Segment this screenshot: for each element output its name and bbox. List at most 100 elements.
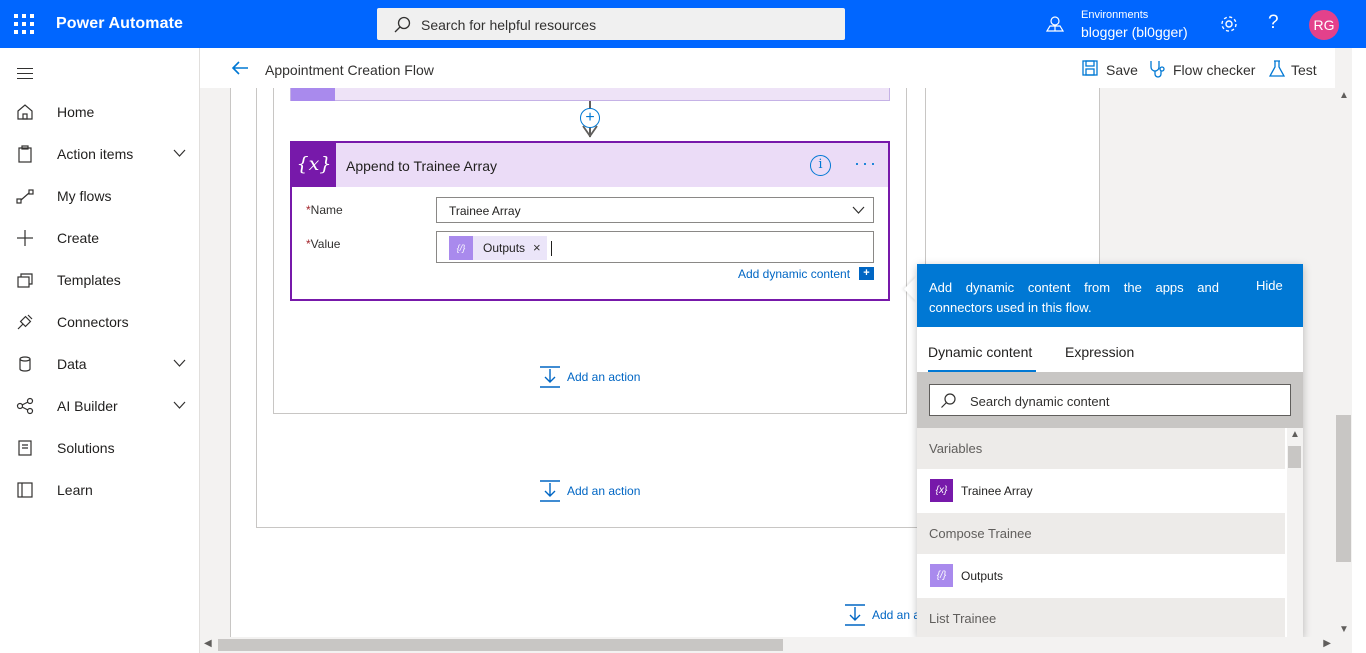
dynamic-content-search-input[interactable]: Search dynamic content [929, 384, 1291, 416]
previous-action-icon [291, 88, 335, 101]
nav-label: Action items [57, 146, 134, 162]
nav-label: Solutions [57, 440, 115, 456]
tab-dynamic-content[interactable]: Dynamic content [928, 344, 1037, 372]
database-icon [19, 356, 31, 372]
nav-item-templates[interactable]: Templates [0, 259, 200, 301]
flow-checker-label: Flow checker [1173, 62, 1256, 78]
settings-gear-icon[interactable] [1219, 14, 1239, 34]
canvas-horizontal-scrollbar[interactable]: ◀ ▶ [200, 637, 1335, 653]
canvas-vertical-scrollbar[interactable]: ▲ ▼ [1335, 88, 1352, 637]
outputs-token[interactable]: {/} Outputs × [449, 236, 547, 260]
nav-item-action-items[interactable]: Action items [0, 133, 200, 175]
nav-item-connectors[interactable]: Connectors [0, 301, 200, 343]
chevron-down-icon[interactable] [173, 359, 186, 368]
variable-icon: {x} [930, 479, 953, 502]
value-label-text: Value [310, 237, 341, 251]
app-title[interactable]: Power Automate [56, 15, 183, 33]
nav-label: Connectors [57, 314, 129, 330]
variable-icon: {x} [292, 143, 336, 187]
help-icon[interactable]: ? [1268, 12, 1279, 34]
previous-action-card[interactable] [290, 88, 890, 101]
nav-label: Data [57, 356, 87, 372]
scrollbar-thumb[interactable] [1336, 415, 1351, 562]
menu-toggle-icon[interactable] [17, 68, 33, 83]
name-dropdown[interactable]: Trainee Array [436, 197, 874, 223]
value-field-label: *Value [306, 237, 340, 251]
connector-icon [17, 314, 33, 330]
home-icon [17, 104, 33, 120]
add-dynamic-content-link[interactable]: Add dynamic content [738, 267, 850, 281]
group-label: Compose Trainee [929, 526, 1032, 541]
flow-title: Appointment Creation Flow [265, 62, 434, 78]
info-icon[interactable]: i [810, 155, 831, 176]
search-icon [941, 393, 956, 408]
window-edge [1352, 48, 1366, 653]
environment-name[interactable]: blogger (bl0gger) [1081, 24, 1188, 40]
add-action-icon [540, 366, 560, 388]
token-label: Outputs [483, 241, 526, 255]
nav-item-learn[interactable]: Learn [0, 469, 200, 511]
dynamic-search-area: Search dynamic content [917, 372, 1303, 428]
add-an-action-label: Add an action [567, 484, 641, 498]
dynamic-panel-header: Add dynamic content from the apps and co… [917, 264, 1303, 327]
add-action-icon [845, 604, 865, 626]
add-action-icon [540, 480, 560, 502]
add-dynamic-content-plus-icon[interactable]: + [859, 267, 874, 280]
nav-label: Learn [57, 482, 93, 498]
back-arrow-icon[interactable] [231, 60, 249, 76]
stethoscope-icon [1150, 61, 1165, 78]
scroll-right-icon[interactable]: ▶ [1323, 638, 1331, 649]
card-title[interactable]: Append to Trainee Array [346, 158, 497, 174]
add-an-action-label: Add an action [567, 370, 641, 384]
arrow-down-icon [582, 125, 598, 138]
global-search-input[interactable]: Search for helpful resources [377, 8, 845, 40]
scroll-left-icon[interactable]: ◀ [204, 638, 212, 649]
app-launcher-icon[interactable] [14, 14, 34, 34]
test-label: Test [1291, 62, 1317, 78]
dynamic-option-trainee-array[interactable]: {x} Trainee Array [917, 469, 1285, 513]
group-header: Variables [917, 428, 1285, 469]
option-label: Outputs [961, 569, 1004, 583]
text-caret [551, 241, 552, 256]
tab-expression[interactable]: Expression [1065, 344, 1134, 360]
nav-item-my-flows[interactable]: My flows [0, 175, 200, 217]
nav-label: Create [57, 230, 100, 246]
nav-item-home[interactable]: Home [0, 91, 200, 133]
nav-item-create[interactable]: Create [0, 217, 200, 259]
dynamic-search-placeholder: Search dynamic content [970, 394, 1110, 409]
nav-item-ai-builder[interactable]: AI Builder [0, 385, 200, 427]
card-header[interactable]: {x} Append to Trainee Array i ··· [292, 143, 888, 187]
chevron-down-icon[interactable] [173, 401, 186, 410]
append-to-array-action-card: {x} Append to Trainee Array i ··· *Name … [290, 141, 890, 301]
dynamic-list-scrollbar[interactable]: ▲ [1287, 428, 1303, 637]
more-options-icon[interactable]: ··· [854, 153, 878, 174]
value-input[interactable]: {/} Outputs × [436, 231, 874, 263]
remove-token-icon[interactable]: × [533, 240, 541, 255]
save-icon [1082, 60, 1098, 76]
compose-icon: {/} [930, 564, 953, 587]
scrollbar-thumb[interactable] [1288, 446, 1301, 468]
option-label: Trainee Array [961, 484, 1033, 498]
name-field-label: *Name [306, 203, 343, 217]
scroll-down-icon[interactable]: ▼ [1339, 624, 1349, 635]
nav-item-solutions[interactable]: Solutions [0, 427, 200, 469]
scroll-up-icon[interactable]: ▲ [1290, 429, 1300, 440]
nav-label: My flows [57, 188, 112, 204]
command-bar: Appointment Creation Flow Save Flow chec… [200, 48, 1335, 88]
dynamic-option-outputs[interactable]: {/} Outputs [917, 554, 1285, 598]
nav-item-data[interactable]: Data [0, 343, 200, 385]
dynamic-content-panel: Add dynamic content from the apps and co… [917, 264, 1303, 637]
save-label: Save [1106, 62, 1138, 78]
plus-icon [17, 230, 33, 246]
environment-icon[interactable] [1046, 15, 1064, 33]
hide-panel-button[interactable]: Hide [1256, 278, 1283, 293]
solutions-icon [18, 440, 32, 456]
scrollbar-thumb[interactable] [218, 639, 783, 651]
nav-label: Home [57, 104, 95, 120]
user-avatar[interactable]: RG [1309, 10, 1339, 40]
group-label: List Trainee [929, 611, 997, 626]
nav-label: AI Builder [57, 398, 118, 414]
chevron-down-icon[interactable] [173, 149, 186, 158]
scroll-up-icon[interactable]: ▲ [1339, 90, 1349, 101]
dynamic-panel-description: Add dynamic content from the apps and co… [929, 280, 1219, 315]
